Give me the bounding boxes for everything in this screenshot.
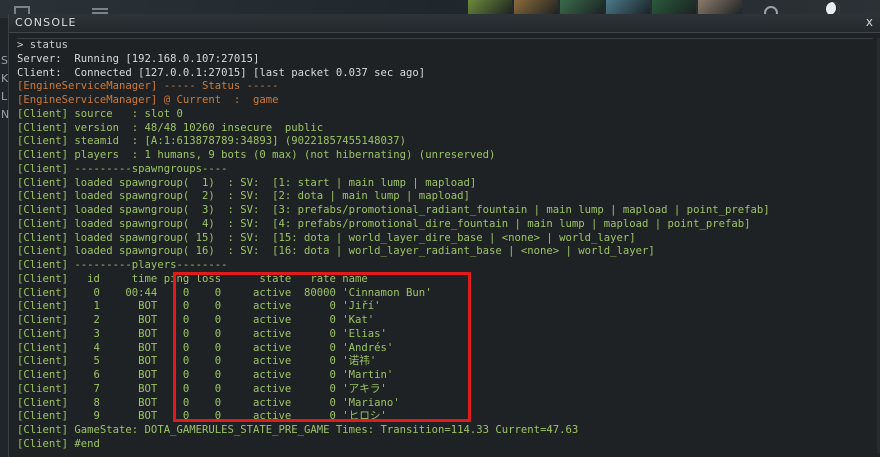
console-line: Client: Connected [127.0.0.1:27015] [las… (17, 66, 426, 79)
console-line: [Client] players : 1 humans, 9 bots (0 m… (17, 149, 496, 161)
console-line: [Client] loaded spawngroup( 3) : SV: [3:… (17, 204, 770, 216)
console-titlebar[interactable]: CONSOLE x (9, 14, 880, 33)
console-line: [Client] version : 48/48 10260 insecure … (17, 121, 324, 134)
console-line: [Client] steamid : [A:1:613878789:34893]… (17, 135, 407, 148)
console-line: [Client] loaded spawngroup( 1) : SV: [1:… (17, 176, 477, 189)
console-line: [Client] loaded spawngroup( 16) : SV: [1… (17, 245, 655, 258)
console-line: [Client] GameState: DOTA_GAMERULES_STATE… (17, 424, 579, 436)
menu-icon[interactable] (92, 8, 108, 10)
console-line: [Client] #end (17, 437, 100, 450)
console-title: CONSOLE (15, 16, 77, 29)
console-line: [Client] loaded spawngroup( 2) : SV: [2:… (17, 190, 470, 203)
close-button[interactable]: x (866, 15, 873, 29)
console-line: [Client] ---------spawngroups---- (17, 162, 228, 175)
console-line: > status (17, 39, 69, 51)
console-line: [EngineServiceManager] ----- Status ----… (17, 80, 279, 93)
console-line: [Client] ---------players-------- (17, 259, 228, 271)
console-line: [Client] source : slot 0 (17, 107, 183, 120)
console-line: [Client] loaded spawngroup( 4) : SV: [4:… (17, 217, 751, 230)
console-line: [EngineServiceManager] @ Current : game (17, 94, 279, 106)
player-stats-highlight (173, 272, 471, 422)
console-line: [Client] loaded spawngroup( 15) : SV: [1… (17, 231, 636, 244)
console-window: CONSOLE x > status Server: Running [192.1… (8, 14, 880, 457)
console-line: Server: Running [192.168.0.107:27015] (17, 52, 260, 65)
